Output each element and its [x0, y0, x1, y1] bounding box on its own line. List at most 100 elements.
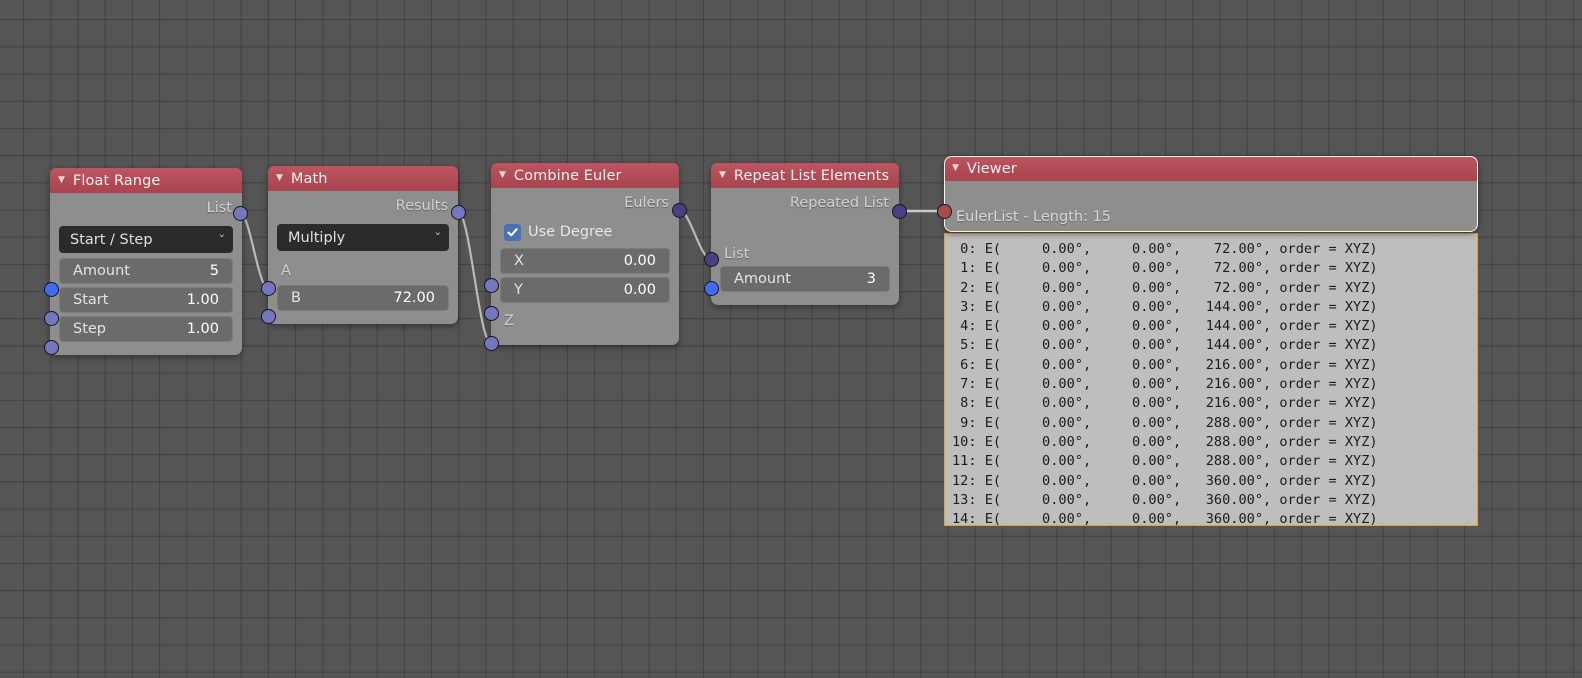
chevron-down-icon: ˅ — [217, 233, 225, 246]
field-x[interactable]: X 0.00 — [500, 248, 670, 274]
field-start[interactable]: Start 1.00 — [59, 287, 233, 313]
node-title: Viewer — [966, 160, 1017, 177]
field-value: 3 — [866, 271, 876, 287]
checkbox-row-use-degree[interactable]: Use Degree — [500, 218, 670, 246]
mode-dropdown-float-range[interactable]: Start / Step ˅ — [59, 226, 233, 253]
node-viewer[interactable]: ▼ Viewer EulerList - Length: 15 — [944, 156, 1478, 232]
socket-input-repeat-list-amount[interactable] — [704, 281, 719, 296]
input-label-a: A — [281, 262, 291, 279]
socket-output-combine-euler-eulers[interactable] — [672, 203, 687, 218]
field-value: 1.00 — [186, 292, 219, 308]
link-floatrange-to-math — [239, 211, 269, 290]
output-label-repeated-list: Repeated List — [789, 195, 889, 211]
data-line: 2: E( 0.00°, 0.00°, 72.00°, order = XYZ) — [952, 279, 1378, 296]
socket-input-repeat-list-list[interactable] — [704, 252, 719, 267]
socket-output-repeat-list-repeated-list[interactable] — [892, 204, 907, 219]
field-value: 1.00 — [186, 321, 219, 337]
checkbox-label-use-degree: Use Degree — [528, 224, 613, 240]
chevron-down-icon: ˅ — [433, 231, 441, 244]
data-line: 8: E( 0.00°, 0.00°, 216.00°, order = XYZ… — [952, 395, 1378, 412]
input-label-list: List — [724, 246, 750, 262]
node-header-math[interactable]: ▼ Math — [268, 166, 458, 191]
socket-input-math-b[interactable] — [261, 309, 276, 324]
data-line: 10: E( 0.00°, 0.00°, 288.00°, order = XY… — [952, 433, 1378, 450]
socket-input-combine-euler-y[interactable] — [484, 306, 499, 321]
field-label: B — [291, 290, 301, 306]
input-row-a: A — [277, 256, 449, 285]
field-step[interactable]: Step 1.00 — [59, 316, 233, 342]
operation-dropdown-math[interactable]: Multiply ˅ — [277, 224, 449, 251]
input-row-list: List — [720, 218, 890, 266]
field-amount[interactable]: Amount 5 — [59, 258, 233, 284]
field-label: Y — [514, 282, 523, 298]
field-value: 5 — [209, 263, 219, 279]
triangle-down-icon[interactable]: ▼ — [58, 176, 65, 185]
output-label-eulers: Eulers — [624, 195, 669, 211]
field-label: Start — [73, 292, 109, 308]
node-body-combine-euler: Eulers Use Degree X 0.00 Y 0.00 Z — [491, 188, 679, 345]
node-title: Float Range — [72, 172, 161, 189]
data-line: 14: E( 0.00°, 0.00°, 360.00°, order = XY… — [952, 511, 1378, 526]
socket-input-combine-euler-x[interactable] — [484, 278, 499, 293]
node-body-float-range: List Start / Step ˅ Amount 5 Start 1.00 … — [50, 193, 242, 355]
data-line: 11: E( 0.00°, 0.00°, 288.00°, order = XY… — [952, 453, 1378, 470]
triangle-down-icon[interactable]: ▼ — [499, 171, 506, 180]
triangle-down-icon[interactable]: ▼ — [276, 174, 283, 183]
viewer-input-summary-row: EulerList - Length: 15 — [944, 202, 1478, 232]
node-header-combine-euler[interactable]: ▼ Combine Euler — [491, 163, 679, 188]
output-label-results: Results — [395, 198, 448, 214]
data-line: 3: E( 0.00°, 0.00°, 144.00°, order = XYZ… — [952, 298, 1378, 315]
node-title: Combine Euler — [513, 167, 622, 184]
checkbox-checked-icon[interactable] — [504, 223, 521, 241]
output-row-list: List — [59, 193, 233, 223]
triangle-down-icon[interactable]: ▼ — [719, 171, 726, 180]
link-combineeuler-to-repeatlist — [678, 208, 712, 261]
field-y[interactable]: Y 0.00 — [500, 277, 670, 303]
field-value: 0.00 — [623, 253, 656, 269]
field-label: Step — [73, 321, 107, 337]
socket-input-viewer[interactable] — [937, 204, 952, 219]
socket-output-float-range-list[interactable] — [233, 206, 248, 221]
data-line: 0: E( 0.00°, 0.00°, 72.00°, order = XYZ) — [952, 241, 1378, 257]
data-line: 9: E( 0.00°, 0.00°, 288.00°, order = XYZ… — [952, 414, 1378, 431]
triangle-down-icon[interactable]: ▼ — [952, 164, 959, 173]
data-line: 5: E( 0.00°, 0.00°, 144.00°, order = XYZ… — [952, 337, 1378, 354]
socket-input-float-range-start[interactable] — [44, 311, 59, 326]
input-row-z: Z — [500, 306, 670, 335]
data-line: 4: E( 0.00°, 0.00°, 144.00°, order = XYZ… — [952, 318, 1378, 335]
dropdown-value: Start / Step — [70, 231, 153, 248]
node-header-viewer[interactable]: ▼ Viewer — [944, 156, 1478, 181]
viewer-input-summary: EulerList - Length: 15 — [956, 209, 1112, 225]
socket-input-float-range-step[interactable] — [44, 340, 59, 355]
field-label: X — [514, 253, 524, 269]
node-combine-euler[interactable]: ▼ Combine Euler Eulers Use Degree X 0.00… — [491, 163, 679, 345]
field-amount[interactable]: Amount 3 — [720, 266, 890, 292]
data-line: 12: E( 0.00°, 0.00°, 360.00°, order = XY… — [952, 472, 1378, 489]
output-row-results: Results — [277, 191, 449, 221]
data-line: 1: E( 0.00°, 0.00°, 72.00°, order = XYZ) — [952, 260, 1378, 277]
socket-output-math-results[interactable] — [451, 205, 466, 220]
node-header-repeat-list-elements[interactable]: ▼ Repeat List Elements — [711, 163, 899, 188]
output-row-eulers: Eulers — [500, 188, 670, 218]
data-line: 7: E( 0.00°, 0.00°, 216.00°, order = XYZ… — [952, 376, 1378, 393]
node-math[interactable]: ▼ Math Results Multiply ˅ A B 72.00 — [268, 166, 458, 324]
socket-input-math-a[interactable] — [261, 281, 276, 296]
field-b[interactable]: B 72.00 — [277, 285, 449, 311]
field-value: 72.00 — [393, 290, 435, 306]
node-title: Repeat List Elements — [733, 167, 890, 184]
socket-input-float-range-amount[interactable] — [44, 282, 59, 297]
node-editor-canvas[interactable]: ▼ Float Range List Start / Step ˅ Amount… — [0, 0, 1582, 678]
node-body-repeat-list-elements: Repeated List List Amount 3 — [711, 188, 899, 305]
socket-input-combine-euler-z[interactable] — [484, 336, 499, 351]
node-body-math: Results Multiply ˅ A B 72.00 — [268, 191, 458, 324]
node-header-float-range[interactable]: ▼ Float Range — [50, 168, 242, 193]
field-label: Amount — [734, 271, 791, 287]
dropdown-value: Multiply — [288, 229, 346, 246]
node-repeat-list-elements[interactable]: ▼ Repeat List Elements Repeated List Lis… — [711, 163, 899, 305]
output-label-list: List — [206, 200, 232, 216]
field-label: Amount — [73, 263, 130, 279]
link-math-to-combineeuler — [456, 210, 493, 345]
node-float-range[interactable]: ▼ Float Range List Start / Step ˅ Amount… — [50, 168, 242, 355]
viewer-data-panel: 0: E( 0.00°, 0.00°, 72.00°, order = XYZ)… — [944, 233, 1478, 526]
data-line: 13: E( 0.00°, 0.00°, 360.00°, order = XY… — [952, 491, 1378, 508]
